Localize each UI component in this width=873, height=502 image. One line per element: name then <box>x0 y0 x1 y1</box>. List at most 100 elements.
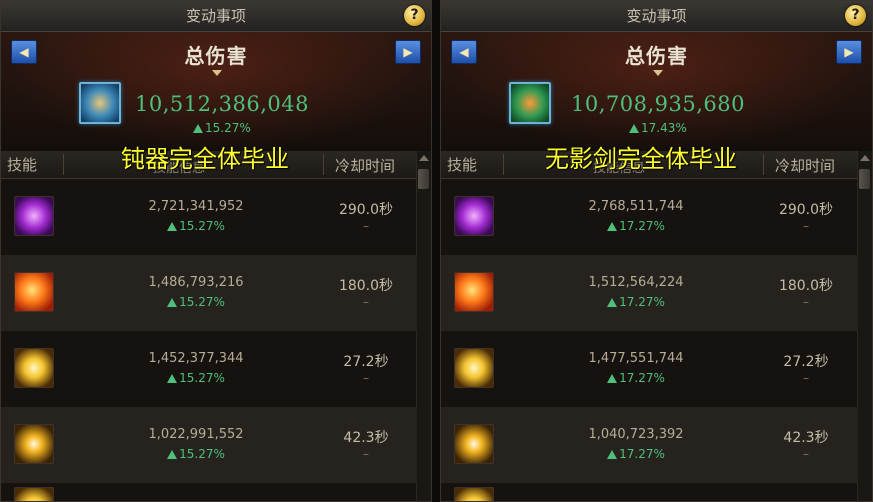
purple-dragon-skill-icon[interactable] <box>454 196 494 236</box>
cooldown-change: – <box>803 219 809 233</box>
skill-damage: 2,721,341,952 <box>148 199 244 214</box>
skill-cooldown: 180.0秒 <box>778 278 834 294</box>
cooldown-change: – <box>363 371 369 385</box>
skill-cooldown: 180.0秒 <box>338 278 394 294</box>
column-cooldown: 冷却时间 <box>335 157 396 175</box>
skill-damage: 1,512,564,224 <box>588 275 684 290</box>
skill-damage: 1,486,793,216 <box>148 275 244 290</box>
scrollbar[interactable] <box>857 151 872 501</box>
increase-arrow-icon <box>607 374 618 383</box>
total-damage-pct: 17.43% <box>641 121 687 135</box>
increase-arrow-icon <box>607 298 618 307</box>
purple-dragon-skill-icon[interactable] <box>14 196 54 236</box>
increase-arrow-icon <box>607 222 618 231</box>
increase-arrow-icon <box>629 124 639 133</box>
skill-cooldown: 290.0秒 <box>338 202 394 218</box>
scroll-thumb[interactable] <box>859 169 870 189</box>
cooldown-change: – <box>803 447 809 461</box>
table-row[interactable]: 2,768,511,744 17.27% 290.0秒 – <box>441 179 858 255</box>
column-divider <box>323 154 324 175</box>
skill-increase: 17.27% <box>561 447 711 461</box>
table-row[interactable]: 1,022,991,552 15.27% 42.3秒 – <box>1 407 417 483</box>
cooldown-change: – <box>803 295 809 309</box>
fire-beast-skill-icon[interactable] <box>454 272 494 312</box>
skill-cooldown: 42.3秒 <box>783 430 829 446</box>
table-row[interactable] <box>1 483 417 501</box>
skill-increase-pct: 15.27% <box>179 447 225 461</box>
starburst-skill-icon[interactable] <box>454 424 494 464</box>
column-skill: 技能 <box>7 156 38 174</box>
total-damage-header: ◀ 总伤害 ▶ 10,512,386,048 15.27% <box>1 32 431 152</box>
skill-increase: 15.27% <box>121 371 271 385</box>
weapon-icon[interactable] <box>79 82 121 124</box>
fire-beast-skill-icon[interactable] <box>14 272 54 312</box>
table-row[interactable]: 1,477,551,744 17.27% 27.2秒 – <box>441 331 858 407</box>
partial-skill-icon[interactable] <box>454 487 494 501</box>
help-button[interactable]: ? <box>845 5 866 26</box>
skill-cooldown: 42.3秒 <box>343 430 389 446</box>
table-row[interactable] <box>441 483 858 501</box>
scroll-thumb[interactable] <box>418 169 429 189</box>
skill-increase-pct: 17.27% <box>619 371 665 385</box>
section-title: 总伤害 <box>184 44 248 68</box>
column-divider <box>503 154 504 175</box>
skill-damage: 1,452,377,344 <box>148 351 244 366</box>
column-divider <box>763 154 764 175</box>
help-button[interactable]: ? <box>404 5 425 26</box>
scrollbar[interactable] <box>416 151 431 501</box>
skill-cooldown: 27.2秒 <box>343 354 389 370</box>
total-damage-value: 10,708,935,680 <box>571 92 745 116</box>
cooldown-change: – <box>363 295 369 309</box>
skill-damage: 1,040,723,392 <box>588 427 684 442</box>
column-skill: 技能 <box>447 156 478 174</box>
increase-arrow-icon <box>607 450 618 459</box>
increase-arrow-icon <box>167 222 178 231</box>
partial-skill-icon[interactable] <box>14 487 54 501</box>
increase-arrow-icon <box>167 298 178 307</box>
next-arrow-button[interactable]: ▶ <box>395 40 421 64</box>
skill-increase: 15.27% <box>121 219 271 233</box>
skill-increase: 15.27% <box>121 295 271 309</box>
increase-arrow-icon <box>167 450 178 459</box>
overlay-caption: 无影剑完全体毕业 <box>545 145 737 173</box>
starburst-skill-icon[interactable] <box>14 424 54 464</box>
cooldown-change: – <box>803 371 809 385</box>
burst-skill-icon[interactable] <box>14 348 54 388</box>
left-damage-panel: 变动事项 ? ◀ 总伤害 ▶ 10,512,386,048 15.27% 钝器完… <box>0 0 432 502</box>
table-row[interactable]: 1,512,564,224 17.27% 180.0秒 – <box>441 255 858 331</box>
scroll-up-icon[interactable] <box>419 155 429 161</box>
column-cooldown: 冷却时间 <box>775 157 836 175</box>
skill-increase: 17.27% <box>561 371 711 385</box>
skill-increase-pct: 17.27% <box>619 219 665 233</box>
cooldown-change: – <box>363 447 369 461</box>
window-title: 变动事项 <box>185 7 246 25</box>
window-title: 变动事项 <box>626 7 687 25</box>
burst-skill-icon[interactable] <box>454 348 494 388</box>
scroll-up-icon[interactable] <box>860 155 870 161</box>
window-titlebar: 变动事项 ? <box>441 1 872 32</box>
column-divider <box>63 154 64 175</box>
weapon-icon[interactable] <box>509 82 551 124</box>
table-row[interactable]: 1,486,793,216 15.27% 180.0秒 – <box>1 255 417 331</box>
table-row[interactable]: 1,452,377,344 15.27% 27.2秒 – <box>1 331 417 407</box>
skill-increase: 17.27% <box>561 295 711 309</box>
skill-damage: 2,768,511,744 <box>588 199 684 214</box>
total-damage-pct: 15.27% <box>205 121 251 135</box>
overlay-caption: 钝器完全体毕业 <box>121 145 289 173</box>
right-damage-panel: 变动事项 ? ◀ 总伤害 ▶ 10,708,935,680 17.43% 无影剑… <box>440 0 873 502</box>
skill-damage: 1,477,551,744 <box>588 351 684 366</box>
table-row[interactable]: 2,721,341,952 15.27% 290.0秒 – <box>1 179 417 255</box>
caret-down-icon <box>652 70 663 76</box>
caret-down-icon <box>212 70 222 76</box>
cooldown-change: – <box>363 219 369 233</box>
total-damage-header: ◀ 总伤害 ▶ 10,708,935,680 17.43% <box>441 32 872 152</box>
skill-increase-pct: 15.27% <box>179 295 225 309</box>
skill-increase: 17.27% <box>561 219 711 233</box>
skill-increase-pct: 17.27% <box>619 295 665 309</box>
skill-increase-pct: 15.27% <box>179 219 225 233</box>
section-title: 总伤害 <box>625 44 688 68</box>
skill-cooldown: 290.0秒 <box>778 202 834 218</box>
increase-arrow-icon <box>167 374 178 383</box>
table-row[interactable]: 1,040,723,392 17.27% 42.3秒 – <box>441 407 858 483</box>
next-arrow-button[interactable]: ▶ <box>836 40 862 64</box>
